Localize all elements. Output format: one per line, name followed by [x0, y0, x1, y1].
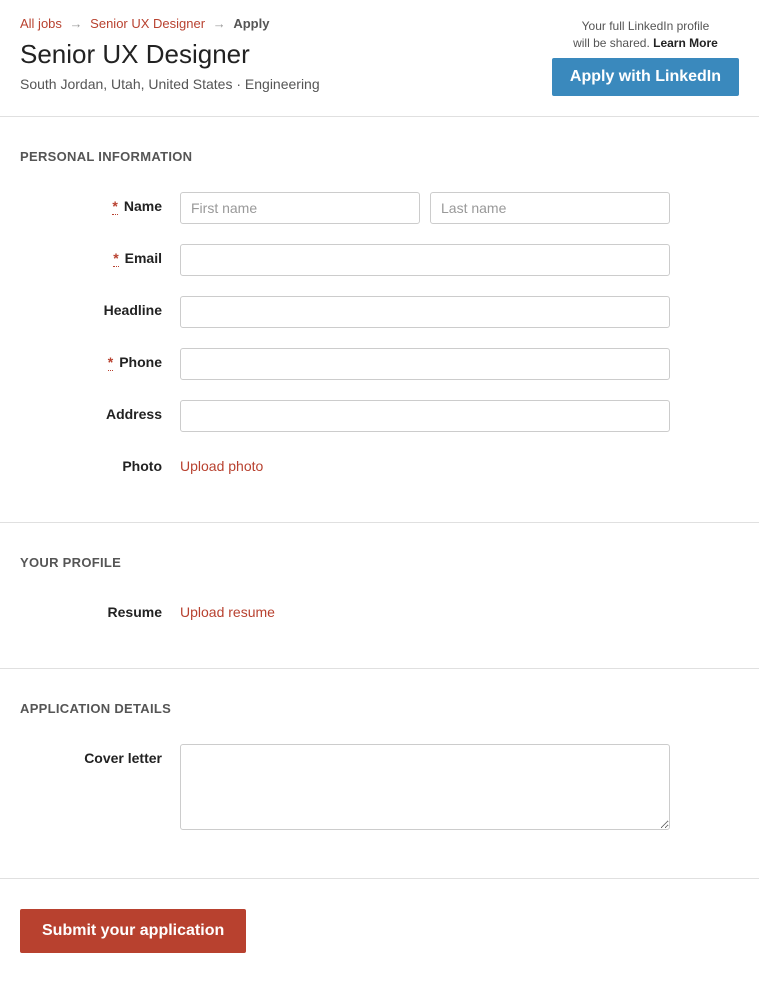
- breadcrumb-current: Apply: [233, 16, 269, 31]
- apply-linkedin-button[interactable]: Apply with LinkedIn: [552, 58, 739, 96]
- header-left: All jobs → Senior UX Designer → Apply Se…: [20, 16, 552, 92]
- upload-resume-link[interactable]: Upload resume: [180, 598, 275, 620]
- field-phone: * Phone: [20, 348, 739, 380]
- section-title: PERSONAL INFORMATION: [20, 149, 739, 164]
- job-meta: South Jordan, Utah, United States · Engi…: [20, 76, 552, 92]
- field-headline: Headline: [20, 296, 739, 328]
- field-label-headline: Headline: [20, 296, 180, 318]
- breadcrumb-sep: →: [70, 16, 83, 31]
- required-mark: *: [108, 354, 113, 371]
- field-label-resume: Resume: [20, 598, 180, 620]
- label-text: Name: [124, 198, 162, 214]
- linkedin-note-line1: Your full LinkedIn profile: [582, 19, 710, 33]
- field-photo: Photo Upload photo: [20, 452, 739, 474]
- field-resume: Resume Upload resume: [20, 598, 739, 620]
- field-cover-letter: Cover letter: [20, 744, 739, 830]
- headline-input[interactable]: [180, 296, 670, 328]
- section-title: APPLICATION DETAILS: [20, 701, 739, 716]
- breadcrumb-sep: →: [213, 16, 226, 31]
- cover-letter-textarea[interactable]: [180, 744, 670, 830]
- breadcrumb-job[interactable]: Senior UX Designer: [90, 16, 205, 31]
- address-input[interactable]: [180, 400, 670, 432]
- phone-input[interactable]: [180, 348, 670, 380]
- label-text: Phone: [119, 354, 162, 370]
- breadcrumb-all-jobs[interactable]: All jobs: [20, 16, 62, 31]
- first-name-input[interactable]: [180, 192, 420, 224]
- page-title: Senior UX Designer: [20, 39, 552, 70]
- linkedin-note: Your full LinkedIn profile will be share…: [552, 18, 739, 52]
- field-label-photo: Photo: [20, 452, 180, 474]
- field-address: Address: [20, 400, 739, 432]
- label-text: Cover letter: [84, 750, 162, 766]
- submit-application-button[interactable]: Submit your application: [20, 909, 246, 953]
- submit-section: Submit your application: [0, 879, 759, 983]
- linkedin-note-line2: will be shared.: [573, 36, 653, 50]
- label-text: Address: [106, 406, 162, 422]
- page-header: All jobs → Senior UX Designer → Apply Se…: [0, 0, 759, 117]
- field-email: * Email: [20, 244, 739, 276]
- upload-photo-link[interactable]: Upload photo: [180, 452, 263, 474]
- section-title: YOUR PROFILE: [20, 555, 739, 570]
- field-label-name: * Name: [20, 192, 180, 214]
- label-text: Email: [125, 250, 162, 266]
- field-name: * Name: [20, 192, 739, 224]
- required-mark: *: [112, 198, 117, 215]
- required-mark: *: [113, 250, 118, 267]
- field-label-address: Address: [20, 400, 180, 422]
- field-label-email: * Email: [20, 244, 180, 266]
- email-input[interactable]: [180, 244, 670, 276]
- label-text: Resume: [108, 604, 162, 620]
- label-text: Headline: [104, 302, 162, 318]
- last-name-input[interactable]: [430, 192, 670, 224]
- section-personal-information: PERSONAL INFORMATION * Name * Email Headli…: [0, 117, 759, 523]
- field-label-phone: * Phone: [20, 348, 180, 370]
- section-application-details: APPLICATION DETAILS Cover letter: [0, 669, 759, 879]
- label-text: Photo: [122, 458, 162, 474]
- field-label-cover-letter: Cover letter: [20, 744, 180, 766]
- section-your-profile: YOUR PROFILE Resume Upload resume: [0, 523, 759, 669]
- header-right: Your full LinkedIn profile will be share…: [552, 16, 739, 96]
- breadcrumb: All jobs → Senior UX Designer → Apply: [20, 16, 552, 31]
- learn-more-link[interactable]: Learn More: [653, 36, 718, 50]
